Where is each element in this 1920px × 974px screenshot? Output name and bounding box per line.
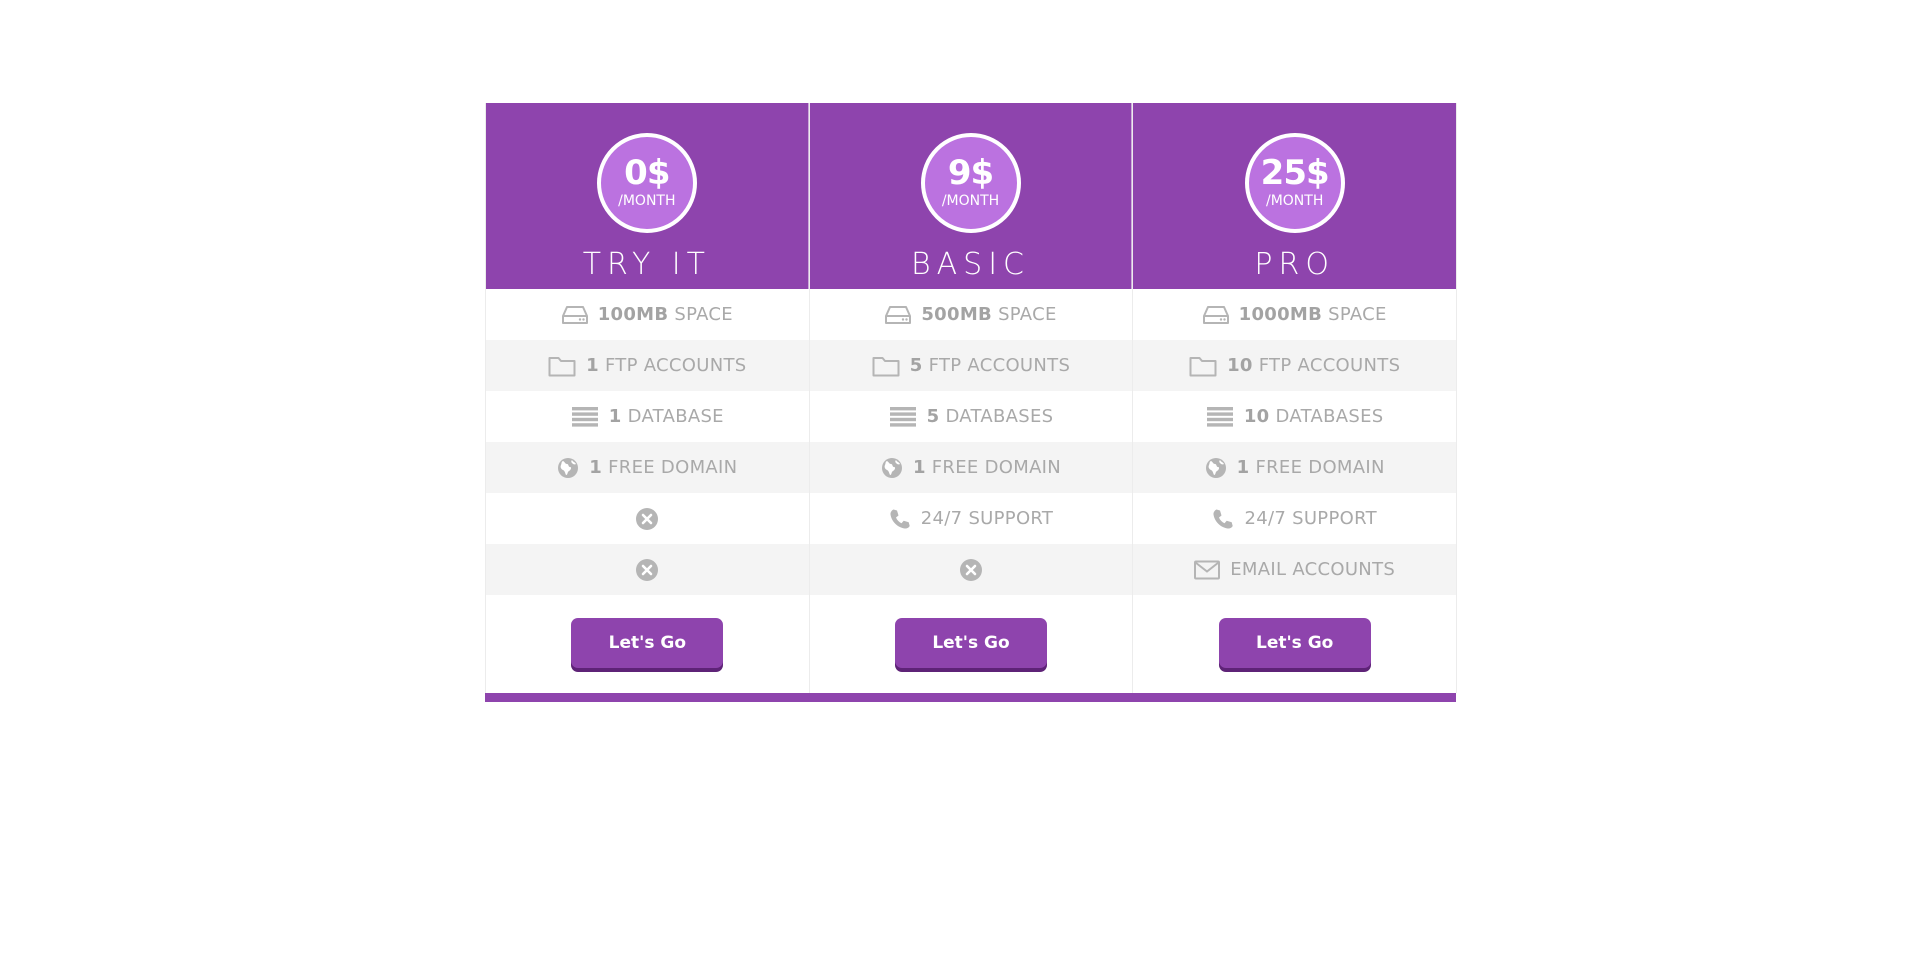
- not-included-icon: [635, 558, 659, 582]
- feature-value: 1: [586, 355, 599, 376]
- plan-name: BASIC: [911, 247, 1031, 282]
- envelope-icon: [1194, 560, 1221, 580]
- feature-value: 1000MB: [1238, 304, 1323, 325]
- feature-row: 24/7 SUPPORT: [810, 493, 1133, 544]
- feature-label: SPACE: [674, 304, 733, 325]
- feature-value: 1: [912, 457, 926, 478]
- feature-row: 1 FTP ACCOUNTS: [486, 340, 809, 391]
- feature-label: FREE DOMAIN: [931, 457, 1062, 478]
- feature-row: 10 FTP ACCOUNTS: [1133, 340, 1457, 391]
- globe-icon: [557, 457, 579, 479]
- feature-value: 100MB: [597, 304, 669, 325]
- feature-label: FREE DOMAIN: [608, 457, 738, 478]
- feature-value: 1: [589, 457, 603, 478]
- feature-row: 5 DATABASES: [810, 391, 1133, 442]
- database-icon: [889, 406, 917, 428]
- feature-value: 500MB: [921, 304, 993, 325]
- feature-row: 10 DATABASES: [1133, 391, 1456, 442]
- feature-row: 1 FREE DOMAIN: [809, 442, 1133, 493]
- lets-go-button[interactable]: Let's Go: [571, 618, 724, 668]
- folder-icon: [1189, 355, 1217, 377]
- lets-go-button[interactable]: Let's Go: [895, 618, 1047, 668]
- plan-header: 25$/MONTH PRO: [1133, 103, 1457, 289]
- feature-label: FTP ACCOUNTS: [1258, 355, 1401, 376]
- price-circle: 25$/MONTH: [1244, 133, 1345, 233]
- plan-name: TRY IT: [582, 247, 711, 282]
- feature-value: 1: [608, 406, 622, 427]
- feature-value: 5: [909, 355, 923, 376]
- feature-label: 24/7 SUPPORT: [920, 508, 1054, 529]
- feature-row: 1 FREE DOMAIN: [1133, 442, 1457, 493]
- folder-icon: [548, 355, 576, 377]
- phone-icon: [889, 508, 911, 530]
- feature-label: FTP ACCOUNTS: [928, 355, 1071, 376]
- feature-row: [486, 493, 809, 544]
- plan-footer: Let's Go: [1133, 595, 1456, 693]
- phone-icon: [1212, 508, 1234, 530]
- database-icon: [571, 406, 599, 428]
- plan-column-basic: 9$/MONTH BASIC 500MB SPACE 5 FTP ACCOUNTS 5 DAT…: [808, 103, 1134, 693]
- feature-label: FTP ACCOUNTS: [604, 355, 747, 376]
- feature-label: SPACE: [998, 304, 1057, 325]
- plan-header: 9$/MONTH BASIC: [809, 103, 1133, 289]
- feature-row: [809, 544, 1133, 595]
- plan-footer: Let's Go: [486, 595, 809, 693]
- price-amount: 0$: [624, 153, 670, 193]
- price-period: /MONTH: [618, 193, 676, 209]
- price-amount: 25$: [1260, 153, 1330, 193]
- feature-row: 100MB SPACE: [486, 289, 809, 340]
- price-period: /MONTH: [1265, 193, 1324, 209]
- feature-label: DATABASE: [627, 406, 724, 427]
- feature-label: 24/7 SUPPORT: [1244, 508, 1377, 529]
- feature-row: 1 FREE DOMAIN: [486, 442, 809, 493]
- feature-row: 1 DATABASE: [486, 391, 809, 442]
- not-included-icon: [959, 558, 983, 582]
- plan-header: 0$/MONTH TRY IT: [486, 103, 809, 289]
- price-circle: 9$/MONTH: [920, 133, 1021, 233]
- feature-row: 24/7 SUPPORT: [1133, 493, 1456, 544]
- feature-label: EMAIL ACCOUNTS: [1230, 559, 1396, 580]
- lets-go-button[interactable]: Let's Go: [1218, 618, 1371, 668]
- feature-value: 5: [926, 406, 940, 427]
- feature-row: EMAIL ACCOUNTS: [1133, 544, 1457, 595]
- pricing-table: 0$/MONTH TRY IT 100MB SPACE 1 FTP ACCOUNTS 1 DA…: [485, 103, 1458, 702]
- feature-value: 10: [1243, 406, 1270, 427]
- feature-value: 10: [1227, 355, 1253, 376]
- folder-icon: [872, 355, 900, 377]
- feature-label: DATABASES: [1275, 406, 1384, 427]
- hdd-icon: [561, 305, 588, 325]
- globe-icon: [1205, 457, 1227, 479]
- feature-row: 500MB SPACE: [810, 289, 1133, 340]
- globe-icon: [881, 457, 903, 479]
- feature-row: 5 FTP ACCOUNTS: [809, 340, 1133, 391]
- feature-label: SPACE: [1328, 304, 1387, 325]
- price-circle: 0$/MONTH: [596, 133, 697, 233]
- not-included-icon: [635, 507, 659, 531]
- plan-footer: Let's Go: [810, 595, 1133, 693]
- hdd-icon: [885, 305, 912, 325]
- price-amount: 9$: [947, 153, 994, 193]
- price-period: /MONTH: [941, 193, 1000, 209]
- feature-row: [486, 544, 809, 595]
- plan-column-pro: 25$/MONTH PRO 1000MB SPACE 10 FTP ACCOUNTS 10 D…: [1132, 103, 1458, 693]
- database-icon: [1206, 406, 1234, 428]
- feature-label: DATABASES: [945, 406, 1054, 427]
- plan-column-try-it: 0$/MONTH TRY IT 100MB SPACE 1 FTP ACCOUNTS 1 DA…: [485, 103, 810, 693]
- feature-row: 1000MB SPACE: [1133, 289, 1456, 340]
- feature-value: 1: [1236, 457, 1250, 478]
- feature-label: FREE DOMAIN: [1255, 457, 1385, 478]
- hdd-icon: [1202, 305, 1229, 325]
- plan-name: PRO: [1254, 247, 1335, 282]
